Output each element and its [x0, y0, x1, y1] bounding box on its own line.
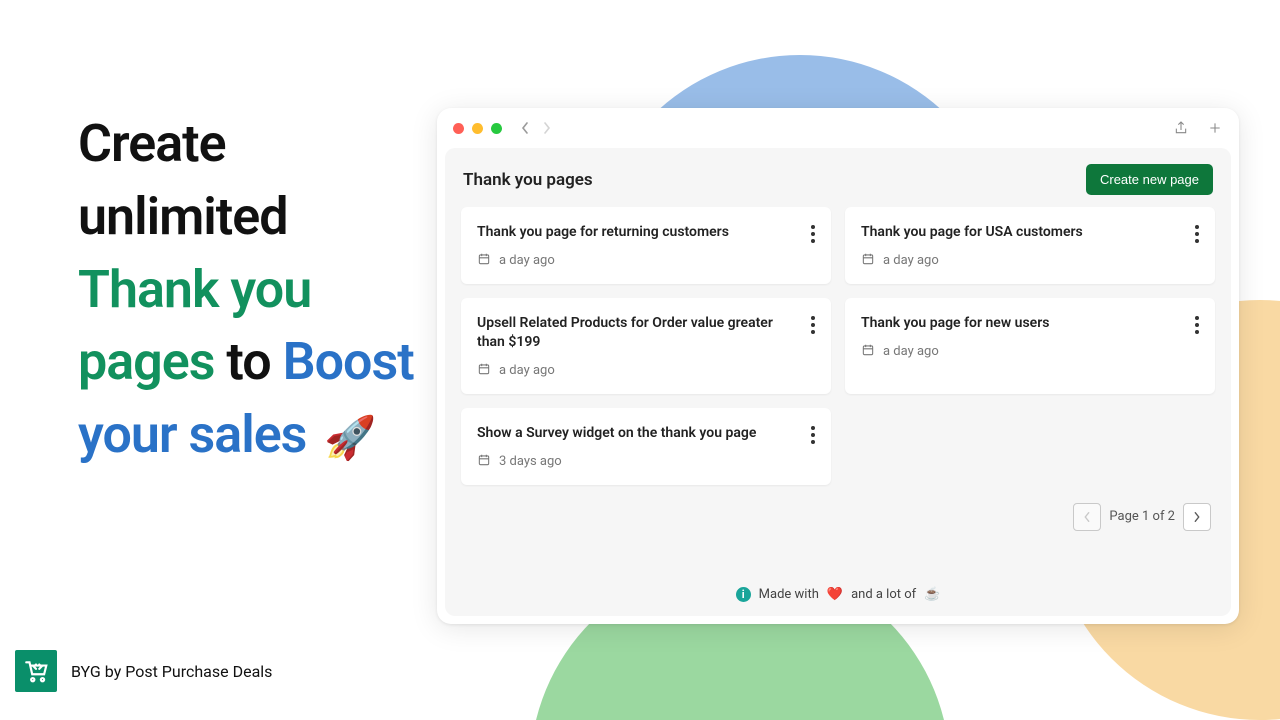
- brand-footer: BYG by Post Purchase Deals: [15, 650, 272, 692]
- maximize-dot-icon[interactable]: [491, 123, 502, 134]
- card-menu-button[interactable]: [1191, 221, 1203, 247]
- calendar-icon: [861, 343, 875, 361]
- close-dot-icon[interactable]: [453, 123, 464, 134]
- footer-middle: and a lot of: [851, 587, 916, 602]
- brand-name: BYG by Post Purchase Deals: [71, 662, 272, 681]
- card-menu-button[interactable]: [1191, 312, 1203, 338]
- page-title: Thank you pages: [463, 170, 593, 190]
- window-titlebar: [437, 108, 1239, 148]
- card-meta: 3 days ago: [477, 453, 813, 471]
- card-menu-button[interactable]: [807, 221, 819, 247]
- nav-forward-icon[interactable]: [542, 121, 552, 135]
- card-timestamp: a day ago: [883, 253, 939, 268]
- rocket-icon: 🚀: [324, 414, 375, 463]
- window-body: Thank you pages Create new page Thank yo…: [445, 148, 1231, 616]
- info-icon: i: [736, 587, 751, 602]
- page-card[interactable]: Thank you page for new users a day ago: [845, 298, 1215, 394]
- card-menu-button[interactable]: [807, 422, 819, 448]
- footer-note: i Made with ❤️ and a lot of ☕: [457, 575, 1219, 604]
- page-card[interactable]: Show a Survey widget on the thank you pa…: [461, 408, 831, 485]
- pagination: Page 1 of 2: [457, 503, 1219, 531]
- brand-logo: [15, 650, 57, 692]
- pager-label: Page 1 of 2: [1109, 509, 1175, 524]
- page-card[interactable]: Thank you page for returning customers a …: [461, 207, 831, 284]
- page-card[interactable]: Upsell Related Products for Order value …: [461, 298, 831, 394]
- calendar-icon: [861, 252, 875, 270]
- app-window: Thank you pages Create new page Thank yo…: [437, 108, 1239, 624]
- card-menu-button[interactable]: [807, 312, 819, 338]
- card-meta: a day ago: [861, 252, 1197, 270]
- card-title: Upsell Related Products for Order value …: [477, 314, 813, 352]
- headline-line1: Create unlimited: [78, 113, 288, 247]
- pager-next-button[interactable]: [1183, 503, 1211, 531]
- marketing-headline: Create unlimited Thank you pages to Boos…: [78, 108, 418, 472]
- page-card[interactable]: Thank you page for USA customers a day ag…: [845, 207, 1215, 284]
- card-timestamp: a day ago: [883, 344, 939, 359]
- headline-highlight-1: Thank you pages: [78, 259, 311, 393]
- card-timestamp: a day ago: [499, 253, 555, 268]
- calendar-icon: [477, 453, 491, 471]
- card-title: Thank you page for USA customers: [861, 223, 1197, 242]
- coffee-icon: ☕: [924, 587, 940, 602]
- card-meta: a day ago: [861, 343, 1197, 361]
- card-meta: a day ago: [477, 362, 813, 380]
- headline-middle: to: [226, 331, 270, 392]
- plus-icon[interactable]: [1207, 120, 1223, 136]
- pager-prev-button[interactable]: [1073, 503, 1101, 531]
- minimize-dot-icon[interactable]: [472, 123, 483, 134]
- card-title: Thank you page for new users: [861, 314, 1197, 333]
- card-meta: a day ago: [477, 252, 813, 270]
- card-title: Thank you page for returning customers: [477, 223, 813, 242]
- footer-prefix: Made with: [759, 587, 819, 602]
- heart-icon: ❤️: [827, 587, 843, 602]
- create-new-page-button[interactable]: Create new page: [1086, 164, 1213, 195]
- nav-back-icon[interactable]: [520, 121, 530, 135]
- card-timestamp: a day ago: [499, 363, 555, 378]
- calendar-icon: [477, 252, 491, 270]
- calendar-icon: [477, 362, 491, 380]
- card-timestamp: 3 days ago: [499, 454, 562, 469]
- card-title: Show a Survey widget on the thank you pa…: [477, 424, 813, 443]
- share-icon[interactable]: [1173, 120, 1189, 136]
- page-card-grid: Thank you page for returning customers a …: [457, 207, 1219, 485]
